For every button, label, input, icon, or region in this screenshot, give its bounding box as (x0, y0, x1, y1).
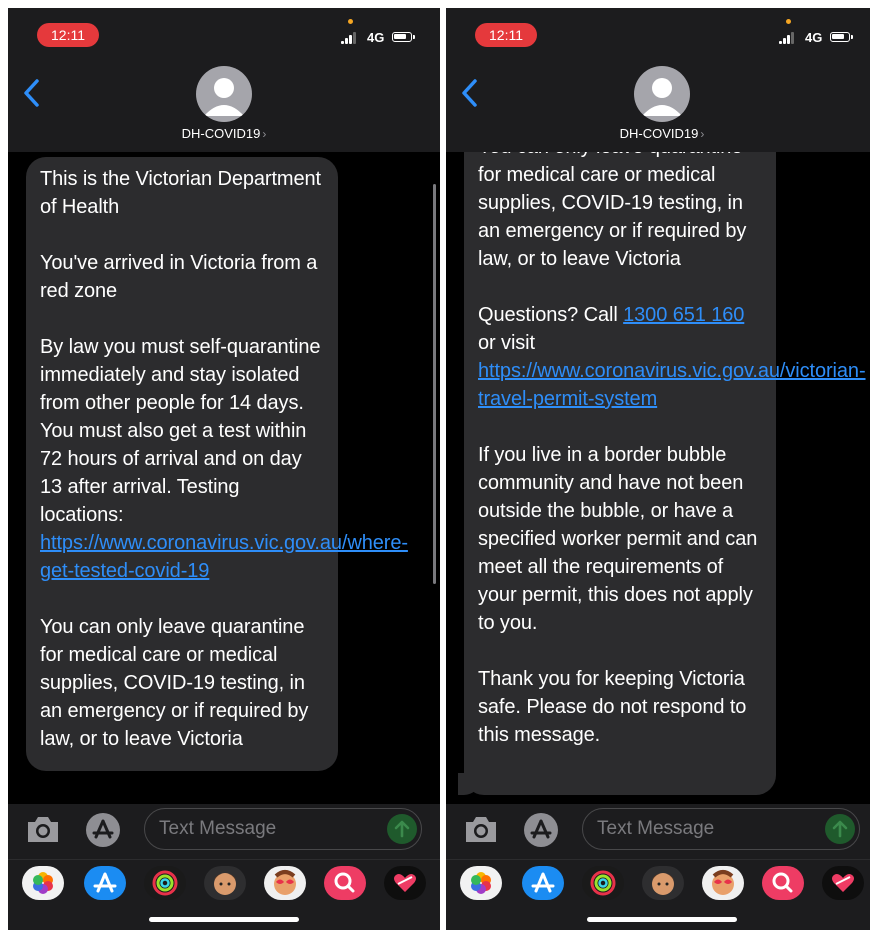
contact-name-row[interactable]: DH-COVID19 › (446, 126, 870, 141)
scroll-indicator[interactable] (433, 184, 436, 584)
back-chevron-icon[interactable] (460, 78, 480, 108)
send-arrow-icon[interactable] (387, 814, 417, 844)
phone-number-link[interactable]: 1300 651 160 (623, 304, 744, 326)
app-store-icon[interactable] (522, 866, 564, 900)
message-paragraph: You can only leave quarantine for medica… (40, 616, 309, 750)
status-time[interactable]: 12:11 (475, 23, 537, 47)
message-input[interactable] (582, 808, 860, 850)
camera-icon[interactable] (24, 814, 62, 846)
activity-rings-icon[interactable] (582, 866, 624, 900)
network-type: 4G (805, 30, 823, 45)
home-indicator[interactable] (587, 917, 737, 922)
app-drawer (8, 859, 440, 904)
message-list[interactable]: You can only leave quarantine for medica… (446, 152, 870, 804)
contact-name: DH-COVID19 (619, 126, 699, 141)
message-text: By law you must self-quarantine immediat… (40, 336, 321, 526)
memoji-stickers-icon[interactable] (264, 866, 306, 900)
cellular-signal-icon (779, 32, 799, 44)
testing-locations-link[interactable]: https://www.coronavirus.vic.gov.au/where… (40, 532, 408, 582)
conversation-header: 12:11 4G DH-COVID19 › (446, 8, 870, 152)
app-store-icon[interactable] (86, 813, 120, 847)
back-chevron-icon[interactable] (22, 78, 42, 108)
phone-screen-left: 12:11 4G DH-COVID19 › This is the Victori… (8, 8, 440, 930)
phone-screen-right: You can only leave quarantine for medica… (446, 8, 870, 930)
app-store-glyph-icon (530, 819, 552, 839)
camera-icon[interactable] (462, 814, 500, 846)
status-time[interactable]: 12:11 (37, 23, 99, 47)
battery-icon (392, 32, 415, 42)
battery-icon (830, 32, 853, 42)
photos-icon[interactable] (460, 866, 502, 900)
message-list[interactable]: This is the Victorian Department of Heal… (8, 152, 440, 804)
message-paragraph: You can only leave quarantine for medica… (478, 152, 747, 270)
contact-details-chevron-icon: › (262, 127, 267, 141)
incoming-message-bubble[interactable]: This is the Victorian Department of Heal… (26, 157, 408, 771)
digital-touch-icon[interactable] (822, 866, 864, 900)
conversation-header: 12:11 4G DH-COVID19 › (8, 8, 440, 152)
compose-bar (446, 804, 870, 930)
image-search-icon[interactable] (324, 866, 366, 900)
incoming-message-bubble[interactable]: You can only leave quarantine for medica… (458, 152, 866, 795)
memoji-stickers-icon[interactable] (702, 866, 744, 900)
app-store-icon[interactable] (84, 866, 126, 900)
message-paragraph: This is the Victorian Department of Heal… (40, 168, 321, 218)
message-paragraph: Questions? Call 1300 651 160 or visit ht… (478, 301, 866, 413)
contact-avatar[interactable] (196, 66, 252, 122)
memoji-icon[interactable] (642, 866, 684, 900)
message-paragraph: By law you must self-quarantine immediat… (40, 333, 408, 585)
network-type: 4G (367, 30, 385, 45)
activity-rings-icon[interactable] (144, 866, 186, 900)
digital-touch-icon[interactable] (384, 866, 426, 900)
contact-name: DH-COVID19 (181, 126, 261, 141)
app-store-glyph-icon (92, 819, 114, 839)
contact-avatar[interactable] (634, 66, 690, 122)
message-text: or visit (478, 332, 535, 354)
up-arrow-icon (394, 820, 410, 838)
photos-icon[interactable] (22, 866, 64, 900)
message-paragraph: You've arrived in Victoria from a red zo… (40, 252, 318, 302)
travel-permit-link[interactable]: https://www.coronavirus.vic.gov.au/victo… (478, 360, 866, 410)
message-paragraph: Thank you for keeping Victoria safe. Ple… (478, 668, 747, 746)
home-indicator[interactable] (149, 917, 299, 922)
app-drawer (446, 859, 870, 904)
bubble-tail (458, 773, 480, 795)
contact-name-row[interactable]: DH-COVID19 › (8, 126, 440, 141)
person-icon (642, 78, 682, 116)
contact-details-chevron-icon: › (700, 127, 705, 141)
compose-bar (8, 804, 440, 930)
send-arrow-icon[interactable] (825, 814, 855, 844)
image-search-icon[interactable] (762, 866, 804, 900)
up-arrow-icon (832, 820, 848, 838)
memoji-icon[interactable] (204, 866, 246, 900)
cellular-signal-icon (341, 32, 361, 44)
location-indicator-icon (786, 19, 791, 24)
location-indicator-icon (348, 19, 353, 24)
person-icon (204, 78, 244, 116)
app-store-icon[interactable] (524, 813, 558, 847)
message-paragraph: If you live in a border bubble community… (478, 444, 758, 634)
message-text: Questions? Call (478, 304, 624, 326)
message-input[interactable] (144, 808, 422, 850)
